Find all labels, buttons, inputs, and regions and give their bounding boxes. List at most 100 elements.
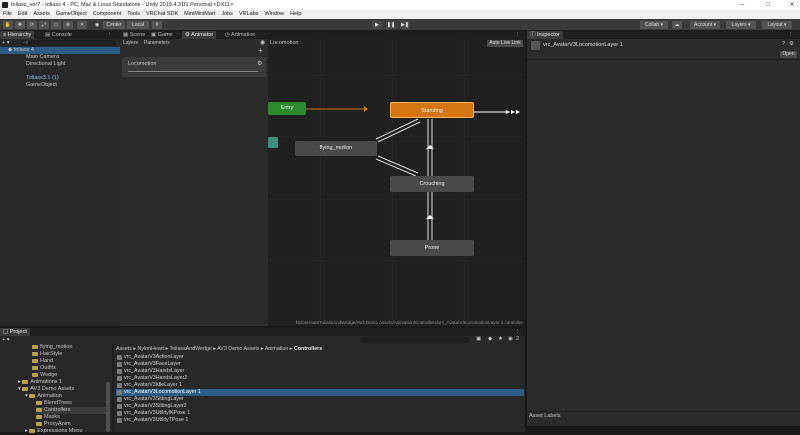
- tab-project[interactable]: ▢ Project: [0, 328, 30, 336]
- project-search-input[interactable]: [360, 337, 470, 343]
- eye-icon[interactable]: ◉: [508, 336, 513, 342]
- hierarchy-item[interactable]: Directional Light: [26, 61, 65, 68]
- hierarchy-search-input[interactable]: All: [20, 40, 116, 46]
- subtab-layers[interactable]: Layers: [123, 40, 138, 46]
- tree-scrollbar[interactable]: [106, 382, 110, 432]
- hierarchy-item[interactable]: GameObject: [26, 82, 57, 89]
- folder-item[interactable]: ▾ Animation: [25, 393, 62, 400]
- menu-window[interactable]: Window: [265, 10, 285, 19]
- close-button[interactable]: ✕: [784, 0, 800, 10]
- menu-help[interactable]: Help: [290, 10, 301, 19]
- menu-file[interactable]: File: [3, 10, 12, 19]
- layers-dropdown[interactable]: Layers ▾: [726, 21, 756, 29]
- breadcrumb-item[interactable]: Animation: [265, 346, 289, 352]
- folder-item[interactable]: ProxyAnim: [36, 421, 71, 428]
- asset-row[interactable]: vrc_AvatarV3HandsLayer2: [116, 375, 524, 382]
- breadcrumb-item[interactable]: NylonHeart: [138, 346, 165, 352]
- eye-icon[interactable]: ◉: [260, 39, 265, 46]
- hand-tool-icon[interactable]: ✋: [3, 21, 13, 29]
- center-toggle[interactable]: Center: [103, 21, 125, 29]
- folder-item[interactable]: ▸ Animations 1: [18, 379, 62, 386]
- breadcrumb-item[interactable]: AV3 Demo Assets: [217, 346, 259, 352]
- breadcrumb-item[interactable]: ToliassAndWedge: [170, 346, 212, 352]
- graph-breadcrumb[interactable]: Locomotion: [270, 40, 298, 46]
- menu-vrchat-sdk[interactable]: VRChat SDK: [146, 10, 178, 19]
- settings-icon[interactable]: ⚙: [789, 41, 794, 47]
- subtab-parameters[interactable]: Parameters: [144, 40, 170, 46]
- folder-item[interactable]: HairStyle: [32, 351, 62, 358]
- breadcrumb-item[interactable]: Controllers: [294, 346, 322, 352]
- rect-tool-icon[interactable]: ▭: [51, 21, 61, 29]
- asset-row-selected[interactable]: vrc_AvatarV3LocomotionLayer 1: [116, 389, 524, 396]
- state-flying-motion[interactable]: flying_motion: [295, 141, 377, 156]
- filter-type-icon[interactable]: ▣: [476, 336, 481, 342]
- maximize-button[interactable]: □: [760, 0, 776, 10]
- filter-label-icon[interactable]: ◆: [488, 336, 492, 342]
- tab-hierarchy[interactable]: ≡ Hierarchy: [0, 31, 35, 39]
- tab-animator[interactable]: ⚙ Animator: [182, 31, 217, 39]
- folder-item[interactable]: flying_motion: [32, 344, 72, 351]
- menu-jobs[interactable]: Jobs: [221, 10, 233, 19]
- menu-minimini[interactable]: MiniMiniMart: [184, 10, 215, 19]
- menu-component[interactable]: Component: [93, 10, 121, 19]
- help-icon[interactable]: ?: [782, 41, 785, 47]
- transform-tool-icon[interactable]: ⊕: [63, 21, 73, 29]
- state-prone[interactable]: Prone: [390, 240, 474, 256]
- panel-menu-icon[interactable]: ⋮: [512, 31, 524, 39]
- rotate-tool-icon[interactable]: ⟳: [27, 21, 37, 29]
- folder-item[interactable]: Masks: [36, 414, 60, 421]
- folder-item-selected[interactable]: Controllers: [36, 407, 106, 414]
- scale-tool-icon[interactable]: ⤢: [39, 21, 49, 29]
- folder-item[interactable]: ▾ AV3 Demo Assets: [18, 386, 74, 393]
- layer-item[interactable]: Locomotion ⚙: [122, 57, 266, 77]
- state-entry[interactable]: Entry: [268, 102, 306, 115]
- grid-snap-icon[interactable]: #: [152, 21, 162, 29]
- custom-tool-icon[interactable]: ✕: [77, 21, 87, 29]
- asset-row[interactable]: vrc_AvatarV3SittingLayer2: [116, 403, 524, 410]
- panel-menu-icon[interactable]: ⋮: [785, 31, 797, 39]
- layer-weight-slider[interactable]: [128, 71, 258, 72]
- menu-tools[interactable]: Tools: [127, 10, 140, 19]
- auto-live-link-button[interactable]: Auto Live Link: [487, 40, 523, 47]
- local-toggle[interactable]: Local: [127, 21, 149, 29]
- menu-assets[interactable]: Assets: [33, 10, 50, 19]
- layout-dropdown[interactable]: Layout ▾: [762, 21, 792, 29]
- panel-menu-icon[interactable]: ⋮: [512, 328, 524, 336]
- minimize-button[interactable]: ─: [734, 0, 750, 10]
- tab-inspector[interactable]: ⓘ Inspector: [527, 31, 563, 39]
- menu-gameobject[interactable]: GameObject: [56, 10, 87, 19]
- asset-row[interactable]: vrc_AvatarV3UtilityTPose 1: [116, 417, 524, 424]
- collab-button[interactable]: Collab ▾: [640, 21, 668, 29]
- panel-menu-icon[interactable]: ⋮: [104, 31, 116, 39]
- pivot-icon[interactable]: ◉: [90, 21, 104, 29]
- folder-item[interactable]: BlendTrees: [36, 400, 72, 407]
- folder-item[interactable]: Wedge: [32, 372, 57, 379]
- project-add-button[interactable]: + ▾: [2, 337, 10, 343]
- favorite-icon[interactable]: ★: [498, 336, 503, 342]
- asset-row[interactable]: vrc_AvatarV3ActionLayer: [116, 354, 524, 361]
- state-machine-graph[interactable]: Locomotion Auto Live Link Entry Standing…: [268, 39, 525, 326]
- hierarchy-item[interactable]: Main Camera: [26, 54, 59, 61]
- state-any[interactable]: [268, 137, 278, 148]
- folder-item[interactable]: Hand: [32, 358, 53, 365]
- tab-scene[interactable]: ▦ Scene: [120, 31, 148, 39]
- add-layer-button[interactable]: +: [258, 47, 263, 55]
- step-button[interactable]: ▶❚: [400, 21, 410, 29]
- cloud-icon[interactable]: ☁: [672, 21, 682, 29]
- state-standing[interactable]: Standing: [390, 102, 474, 118]
- breadcrumb-item[interactable]: Assets: [116, 346, 132, 352]
- menu-vrlabs[interactable]: VRLabs: [239, 10, 259, 19]
- move-tool-icon[interactable]: ✥: [15, 21, 25, 29]
- tab-game[interactable]: ▣ Game: [148, 31, 176, 39]
- hierarchy-add-button[interactable]: + ▾: [2, 40, 10, 46]
- asset-row[interactable]: vrc_AvatarV3SittingLayer: [116, 396, 524, 403]
- asset-row[interactable]: vrc_AvatarV3HandsLayer: [116, 368, 524, 375]
- state-crouching[interactable]: Crouching: [390, 176, 474, 192]
- account-dropdown[interactable]: Account ▾: [690, 21, 720, 29]
- tab-console[interactable]: ▤ Console: [42, 31, 75, 39]
- tab-animation[interactable]: ◷ Animation: [222, 31, 259, 39]
- layer-settings-icon[interactable]: ⚙: [257, 60, 262, 67]
- asset-row[interactable]: vrc_AvatarV3IdleLayer 1: [116, 382, 524, 389]
- menu-edit[interactable]: Edit: [18, 10, 27, 19]
- hierarchy-item[interactable]: Toliass3.1 (1): [26, 75, 59, 82]
